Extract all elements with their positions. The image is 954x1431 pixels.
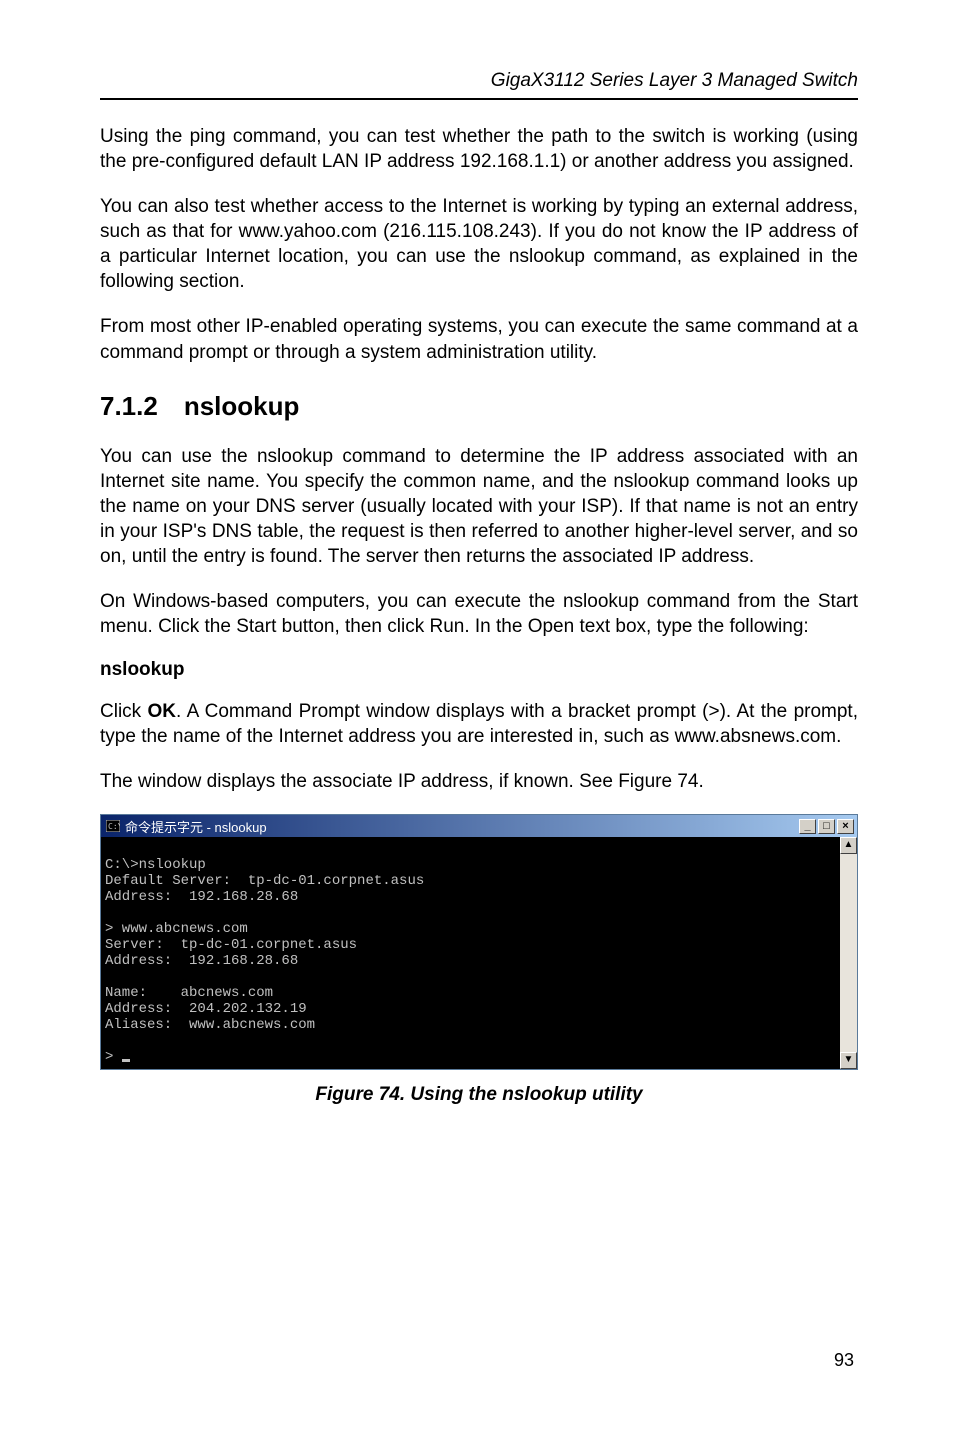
paragraph: Using the ping command, you can test whe… — [100, 124, 858, 174]
close-button[interactable]: × — [837, 819, 854, 834]
svg-text:C:\: C:\ — [108, 822, 120, 831]
figure-caption: Figure 74. Using the nslookup utility — [100, 1084, 858, 1106]
paragraph: You can use the nslookup command to dete… — [100, 444, 858, 569]
text-fragment: Click — [100, 701, 148, 722]
scroll-track[interactable] — [840, 854, 857, 1052]
minimize-button[interactable]: _ — [799, 819, 816, 834]
command-text: nslookup — [100, 659, 858, 681]
terminal-output[interactable]: C:\>nslookup Default Server: tp-dc-01.co… — [101, 837, 840, 1069]
scroll-down-button[interactable]: ▼ — [840, 1052, 857, 1069]
ok-label: OK — [148, 701, 177, 722]
cmd-icon: C:\ — [105, 819, 121, 833]
scroll-up-button[interactable]: ▲ — [840, 837, 857, 854]
scrollbar[interactable]: ▲ ▼ — [840, 837, 857, 1069]
page-number: 93 — [834, 1350, 854, 1371]
paragraph: You can also test whether access to the … — [100, 194, 858, 294]
paragraph: The window displays the associate IP add… — [100, 769, 858, 794]
window-titlebar[interactable]: C:\ 命令提示字元 - nslookup _ □ × — [101, 815, 857, 837]
paragraph: On Windows-based computers, you can exec… — [100, 589, 858, 639]
header-rule — [100, 98, 858, 100]
maximize-button[interactable]: □ — [818, 819, 835, 834]
cursor — [122, 1059, 130, 1062]
text-fragment: . A Command Prompt window displays with … — [100, 701, 858, 747]
paragraph: Click OK. A Command Prompt window displa… — [100, 699, 858, 749]
paragraph: From most other IP-enabled operating sys… — [100, 314, 858, 364]
window-title: 命令提示字元 - nslookup — [125, 817, 799, 836]
running-header: GigaX3112 Series Layer 3 Managed Switch — [100, 70, 858, 98]
terminal-text-content: C:\>nslookup Default Server: tp-dc-01.co… — [105, 857, 424, 1065]
terminal-window: C:\ 命令提示字元 - nslookup _ □ × C:\>nslookup… — [100, 814, 858, 1070]
section-heading: 7.1.2 nslookup — [100, 391, 858, 422]
